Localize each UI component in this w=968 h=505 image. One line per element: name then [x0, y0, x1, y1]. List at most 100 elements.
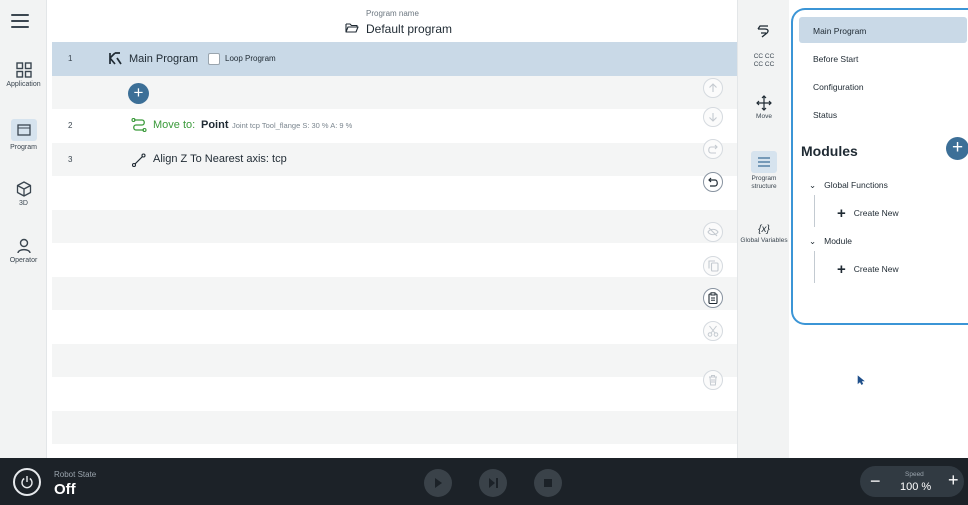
program-structure-panel: Main Program Before Start Configuration … — [791, 8, 968, 325]
nav-label-application: Application — [6, 81, 41, 88]
tree-group-label: Module — [824, 236, 853, 246]
chevron-down-icon: ⌄ — [809, 236, 817, 246]
stop-icon — [544, 479, 552, 487]
tool-move-label: Move — [756, 113, 772, 120]
speed-caption: Speed — [905, 471, 924, 478]
tool-program-structure[interactable]: Program structure — [738, 151, 790, 191]
tree-group-global-functions[interactable]: ⌄ Global Functions — [809, 180, 888, 191]
hide-button[interactable] — [703, 222, 723, 242]
add-module-button[interactable]: + — [946, 137, 968, 160]
copy-icon — [707, 260, 719, 272]
move-up-button[interactable] — [703, 78, 723, 98]
undo-button[interactable] — [703, 172, 723, 192]
play-button[interactable] — [424, 469, 452, 497]
power-icon — [21, 476, 33, 489]
tool-program-structure-label: Program structure — [751, 175, 777, 190]
row-number: 3 — [68, 154, 73, 164]
program-header: Program name Default program — [52, 0, 737, 42]
redo-icon — [708, 144, 718, 154]
cc-status-label: CC CC CC CC — [753, 53, 775, 68]
hand-drag-icon — [757, 25, 769, 38]
eye-off-icon — [707, 227, 719, 237]
nav-item-3d[interactable]: 3D — [0, 181, 47, 207]
delete-button[interactable] — [703, 370, 723, 390]
tool-global-variables[interactable]: {x} Global Variables — [738, 224, 790, 245]
tool-move[interactable]: Move — [738, 95, 790, 121]
program-row-empty — [52, 444, 737, 458]
tree-connector — [814, 195, 815, 227]
move-down-button[interactable] — [703, 107, 723, 127]
tree-connector — [814, 251, 815, 283]
program-row-empty — [52, 343, 737, 377]
speed-value: 100 % — [900, 481, 932, 493]
move-parameters: Joint tcp Tool_flange S: 30 % A: 9 % — [232, 121, 353, 130]
loop-program-label: Loop Program — [225, 54, 276, 63]
nav-item-program[interactable]: Program — [0, 119, 47, 151]
nav-label-program: Program — [10, 144, 37, 151]
chevron-down-icon: ⌄ — [809, 180, 817, 190]
program-row-main[interactable]: 1 Main Program Loop Program — [52, 42, 737, 76]
clipboard-icon — [708, 292, 718, 304]
copy-button[interactable] — [703, 256, 723, 276]
robot-state-value: Off — [54, 481, 76, 498]
app-root: Application Program 3D Operator Program … — [0, 0, 968, 505]
move-arrows-icon — [756, 95, 772, 111]
hamburger-menu-icon[interactable] — [11, 14, 29, 28]
arrow-up-icon — [709, 83, 717, 92]
speed-decrease-button[interactable]: − — [870, 472, 881, 490]
person-icon — [16, 238, 31, 254]
nav-item-operator[interactable]: Operator — [0, 238, 47, 264]
paste-button[interactable] — [703, 288, 723, 308]
program-row-empty — [52, 310, 737, 344]
cut-button[interactable] — [703, 321, 723, 341]
nav-label-operator: Operator — [9, 257, 38, 264]
tool-strip: CC CC CC CC Move Program structure {x} G… — [737, 0, 789, 458]
program-row-empty — [52, 276, 737, 310]
play-icon — [435, 478, 442, 488]
speed-increase-button[interactable]: + — [948, 471, 959, 489]
variable-icon: {x} — [758, 224, 770, 235]
program-row-empty — [52, 176, 737, 210]
structure-item-status[interactable]: Status — [799, 101, 967, 127]
structure-item-before-start[interactable]: Before Start — [799, 45, 967, 71]
stop-button[interactable] — [534, 469, 562, 497]
power-button[interactable] — [13, 468, 41, 496]
program-row-empty — [52, 410, 737, 444]
plus-icon: + — [837, 261, 846, 278]
robot-state-caption: Robot State — [54, 470, 97, 479]
list-icon — [751, 151, 777, 173]
move-to-label: Move to: — [153, 119, 196, 131]
tree-group-module[interactable]: ⌄ Module — [809, 236, 852, 247]
program-list: 1 Main Program Loop Program + 2 Move to:… — [52, 42, 737, 458]
program-row-empty — [52, 243, 737, 277]
nav-item-application[interactable]: Application — [0, 62, 47, 88]
program-row-add: + — [52, 75, 737, 109]
program-row-align[interactable]: 3 Align Z To Nearest axis: tcp — [52, 142, 737, 176]
undo-icon — [708, 177, 718, 187]
loop-program-checkbox[interactable] — [208, 53, 220, 65]
align-z-label: Align Z To Nearest axis: tcp — [153, 152, 287, 165]
main-program-icon — [109, 52, 122, 65]
step-forward-icon — [488, 478, 498, 488]
tool-freedrive[interactable] — [738, 24, 790, 38]
program-row-empty — [52, 377, 737, 411]
row-number: 2 — [68, 121, 73, 130]
create-new-global-function[interactable]: + Create New — [837, 205, 899, 222]
scissors-icon — [707, 325, 719, 337]
add-step-button[interactable]: + — [128, 82, 149, 104]
move-target-point: Point — [201, 119, 229, 131]
structure-item-configuration[interactable]: Configuration — [799, 73, 967, 99]
create-new-module[interactable]: + Create New — [837, 261, 899, 278]
folder-icon[interactable] — [345, 22, 359, 33]
program-row-move[interactable]: 2 Move to: Point Joint tcp Tool_flange S… — [52, 109, 737, 143]
path-move-icon — [131, 118, 147, 132]
program-name[interactable]: Default program — [366, 22, 452, 36]
cube-icon — [16, 181, 31, 197]
redo-button[interactable] — [703, 139, 723, 159]
mouse-cursor-icon — [857, 375, 865, 385]
program-row-empty — [52, 209, 737, 243]
structure-item-main-program[interactable]: Main Program — [799, 17, 967, 43]
plus-icon: + — [837, 205, 846, 222]
program-name-caption: Program name — [366, 9, 419, 18]
step-button[interactable] — [479, 469, 507, 497]
